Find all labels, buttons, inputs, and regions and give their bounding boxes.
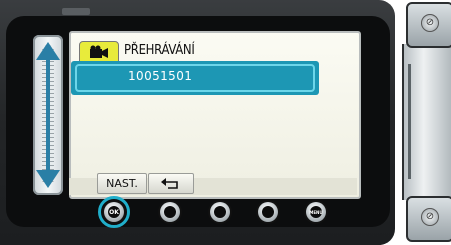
screen-hinge: ⊘ ⊘ — [392, 0, 451, 245]
menu-button[interactable]: MENU — [306, 202, 326, 222]
button-dot — [262, 206, 274, 218]
screw-icon: ⊘ — [421, 208, 439, 226]
hardware-button-2[interactable] — [160, 202, 180, 222]
up-down-arrow-icon — [36, 42, 60, 188]
hinge-top-plate: ⊘ — [406, 2, 451, 48]
selected-list-item[interactable] — [71, 61, 319, 95]
list-item-label: 10051501 — [128, 69, 193, 83]
ok-label: OK — [108, 206, 120, 218]
settings-button[interactable]: NAST. — [97, 173, 147, 194]
screw-icon: ⊘ — [421, 14, 439, 32]
hardware-button-3[interactable] — [210, 202, 230, 222]
ok-button[interactable]: OK — [104, 202, 124, 222]
hinge-bottom-plate: ⊘ — [406, 196, 451, 242]
playback-mode-tab — [79, 41, 119, 63]
touch-slider[interactable] — [33, 35, 63, 195]
return-arrow-icon — [161, 177, 178, 189]
hardware-button-4[interactable] — [258, 202, 278, 222]
button-dot — [214, 206, 226, 218]
playback-camera-icon — [90, 45, 108, 58]
menu-label: MENU — [309, 206, 323, 218]
button-dot — [164, 206, 176, 218]
hinge-arm — [402, 44, 451, 200]
back-button[interactable] — [148, 173, 194, 194]
screen-title: PŘEHRÁVÁNÍ — [124, 43, 195, 58]
